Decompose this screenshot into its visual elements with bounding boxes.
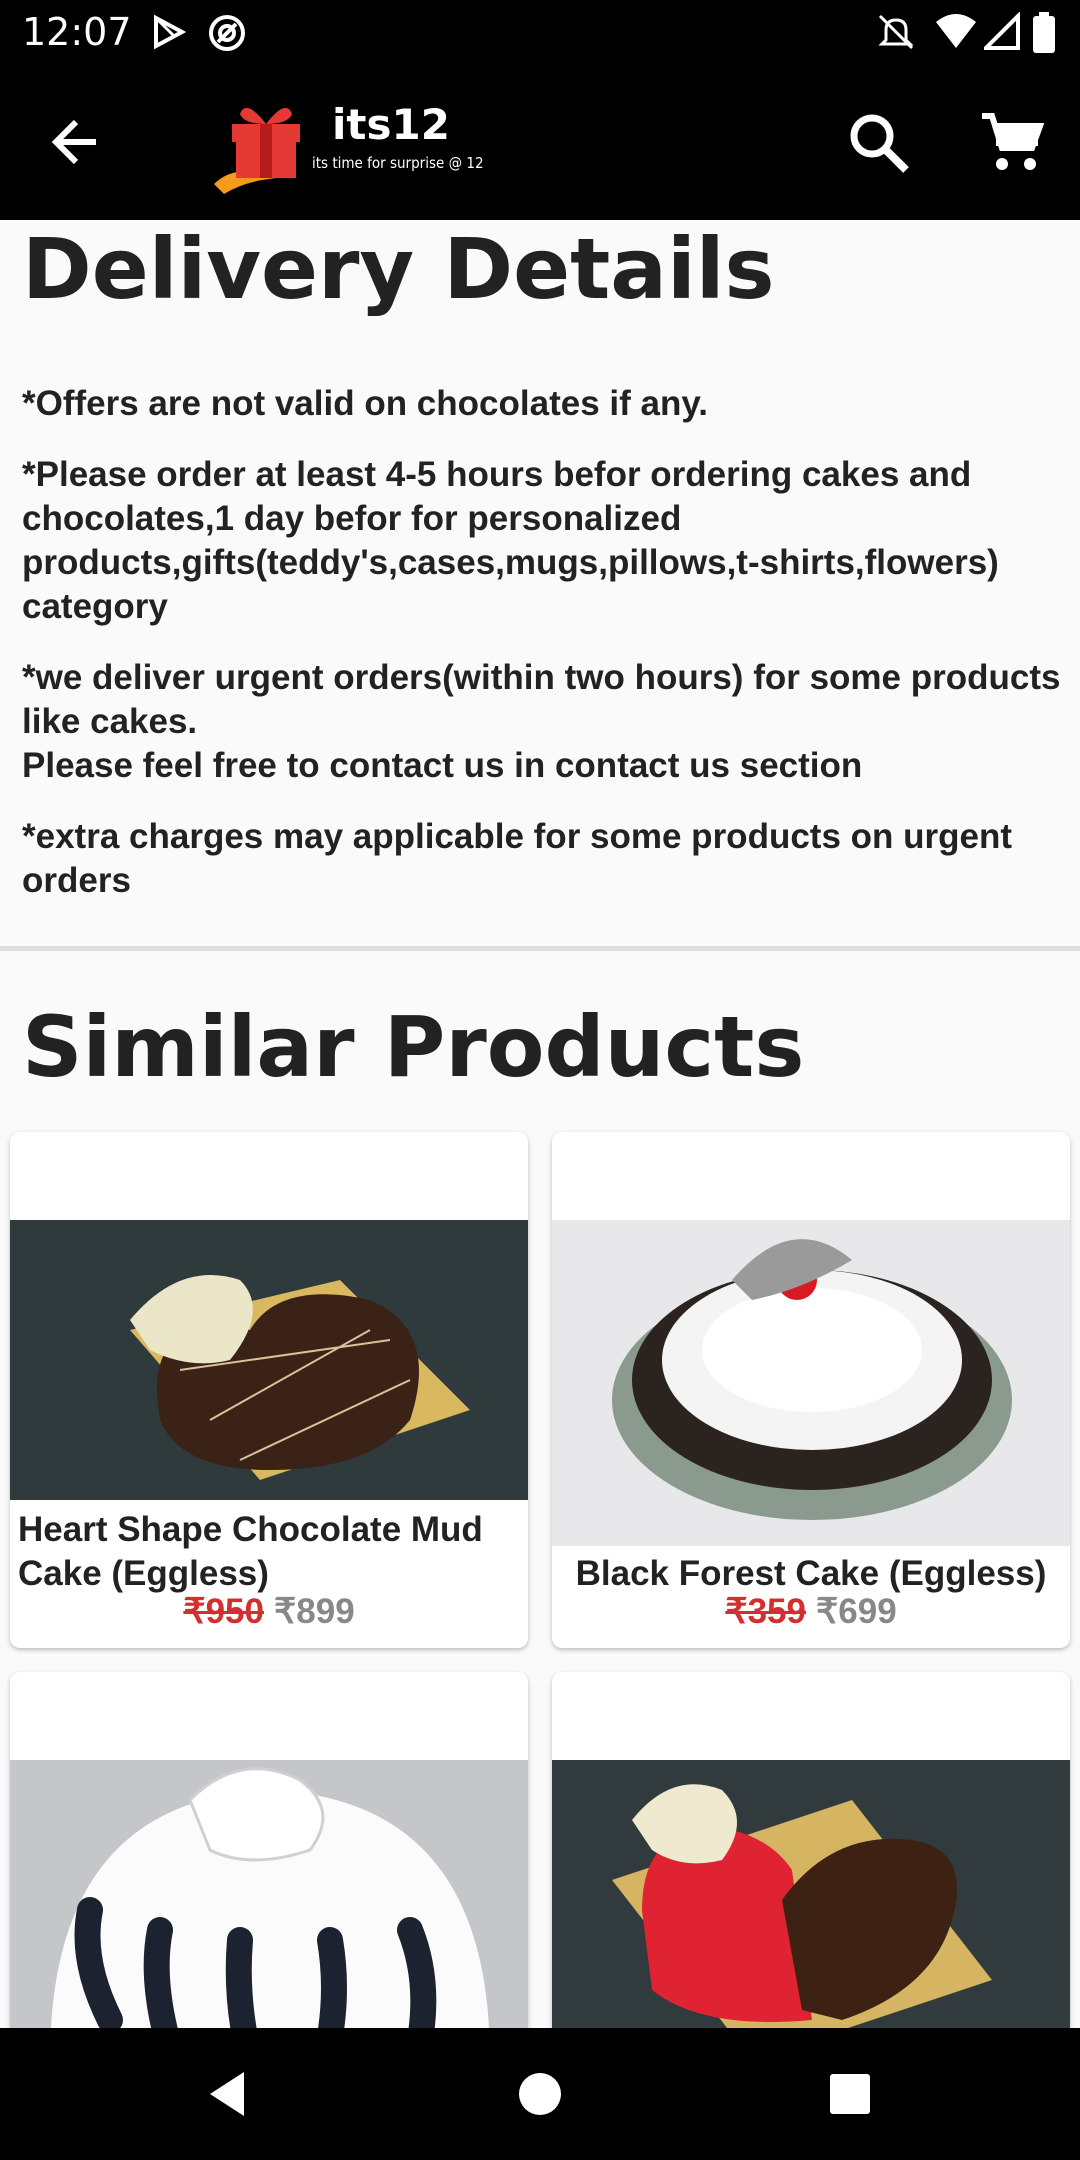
- product-detail-content[interactable]: Delivery Details *Offers are not valid o…: [0, 220, 1080, 2028]
- gift-box-icon: [214, 107, 300, 194]
- product-price: ₹359 ₹699: [552, 1592, 1070, 1632]
- product-card[interactable]: [552, 1672, 1070, 2028]
- sale-price: ₹899: [274, 1592, 355, 1631]
- status-time: 12:07: [22, 10, 132, 54]
- original-price: ₹950: [183, 1592, 264, 1631]
- status-bar: 12:07: [0, 0, 1080, 66]
- product-image[interactable]: [552, 1760, 1070, 2028]
- wifi-icon: [936, 14, 976, 48]
- delivery-note: *Please order at least 4-5 hours befor o…: [22, 455, 999, 626]
- similar-products-title: Similar Products: [22, 998, 805, 1096]
- search-icon[interactable]: [844, 108, 914, 178]
- product-image[interactable]: [552, 1220, 1070, 1546]
- battery-icon: [1033, 12, 1055, 53]
- at-sign-icon: [209, 15, 245, 51]
- product-card[interactable]: Heart Shape Chocolate Mud Cake (Eggless)…: [10, 1132, 528, 1648]
- delivery-note: *we deliver urgent orders(within two hou…: [22, 658, 1061, 785]
- product-name[interactable]: Black Forest Cake (Eggless): [552, 1552, 1070, 1596]
- system-navigation-bar: [0, 2028, 1080, 2160]
- product-image[interactable]: [10, 1220, 528, 1500]
- section-divider: [0, 946, 1080, 951]
- app-logo[interactable]: its12 its time for surprise @ 12: [210, 88, 510, 198]
- cart-icon[interactable]: [976, 108, 1046, 178]
- sale-price: ₹699: [816, 1592, 897, 1631]
- bell-off-icon: [878, 14, 914, 50]
- delivery-note: *extra charges may applicable for some p…: [22, 817, 1012, 900]
- product-card[interactable]: [10, 1672, 528, 2028]
- product-image[interactable]: [10, 1760, 528, 2028]
- nav-recents-icon[interactable]: [820, 2064, 880, 2124]
- product-price: ₹950 ₹899: [10, 1592, 528, 1632]
- signal-icon: [984, 12, 1020, 50]
- logo-tagline: its time for surprise @ 12: [312, 154, 484, 172]
- play-store-icon: [154, 14, 187, 50]
- original-price: ₹359: [725, 1592, 806, 1631]
- product-name[interactable]: Heart Shape Chocolate Mud Cake (Eggless): [10, 1508, 528, 1596]
- nav-home-icon[interactable]: [510, 2064, 570, 2124]
- nav-back-icon[interactable]: [196, 2064, 256, 2124]
- logo-title: its12: [332, 100, 450, 149]
- app-toolbar: its12 its time for surprise @ 12: [0, 66, 1080, 220]
- back-arrow-icon[interactable]: [44, 108, 112, 176]
- delivery-note: *Offers are not valid on chocolates if a…: [22, 384, 708, 423]
- delivery-notes: *Offers are not valid on chocolates if a…: [22, 382, 1062, 930]
- delivery-details-title: Delivery Details: [22, 220, 775, 318]
- product-card[interactable]: Black Forest Cake (Eggless) ₹359 ₹699: [552, 1132, 1070, 1648]
